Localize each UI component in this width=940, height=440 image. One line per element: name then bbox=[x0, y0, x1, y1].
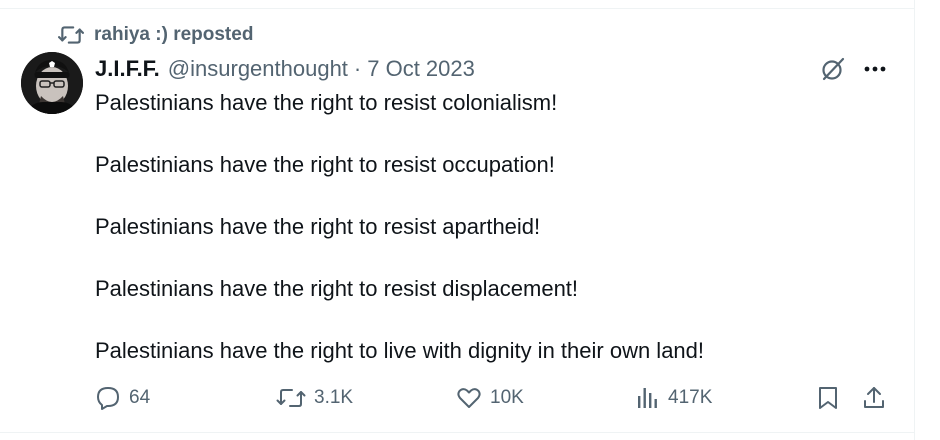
post-paragraph: Palestinians have the right to resist co… bbox=[95, 90, 558, 115]
divider-bottom bbox=[0, 432, 914, 433]
post-header: J.I.F.F. @insurgenthought · 7 Oct 2023 bbox=[95, 55, 475, 83]
more-options-icon[interactable] bbox=[862, 60, 888, 78]
author-handle[interactable]: @insurgenthought bbox=[168, 56, 348, 82]
post-paragraph: Palestinians have the right to resist di… bbox=[95, 276, 579, 301]
like-count: 10K bbox=[490, 387, 524, 408]
divider-top bbox=[0, 8, 914, 9]
repost-icon bbox=[276, 386, 306, 410]
reply-button[interactable]: 64 bbox=[95, 380, 150, 416]
post-paragraph: Palestinians have the right to resist ap… bbox=[95, 214, 541, 239]
like-button[interactable]: 10K bbox=[456, 380, 524, 416]
reply-count: 64 bbox=[129, 387, 151, 408]
post-paragraph: Palestinians have the right to live with… bbox=[95, 338, 705, 363]
grok-icon[interactable] bbox=[820, 56, 846, 82]
reply-icon bbox=[95, 385, 121, 411]
bookmark-button[interactable] bbox=[816, 380, 840, 416]
share-icon bbox=[862, 385, 886, 411]
repost-icon bbox=[58, 24, 84, 46]
post-text: Palestinians have the right to resist co… bbox=[95, 88, 875, 366]
heart-icon bbox=[456, 386, 482, 410]
views-button[interactable]: 417K bbox=[636, 380, 712, 416]
views-icon bbox=[636, 386, 660, 410]
post-date[interactable]: 7 Oct 2023 bbox=[367, 56, 475, 82]
repost-count: 3.1K bbox=[314, 387, 354, 408]
author-name[interactable]: J.I.F.F. bbox=[95, 56, 160, 82]
repost-indicator[interactable]: rahiya :) reposted bbox=[58, 22, 253, 48]
separator-dot: · bbox=[353, 56, 362, 81]
avatar[interactable] bbox=[21, 52, 83, 114]
repost-button[interactable]: 3.1K bbox=[276, 380, 353, 416]
bookmark-icon bbox=[816, 385, 840, 411]
action-bar: 64 3.1K 10K 417K bbox=[0, 380, 914, 416]
post-paragraph: Palestinians have the right to resist oc… bbox=[95, 152, 555, 177]
repost-label: rahiya :) reposted bbox=[94, 24, 254, 45]
views-count: 417K bbox=[668, 387, 713, 408]
share-button[interactable] bbox=[862, 380, 886, 416]
tweet-card: rahiya :) reposted J.I.F.F. @insurgentho… bbox=[0, 0, 915, 440]
